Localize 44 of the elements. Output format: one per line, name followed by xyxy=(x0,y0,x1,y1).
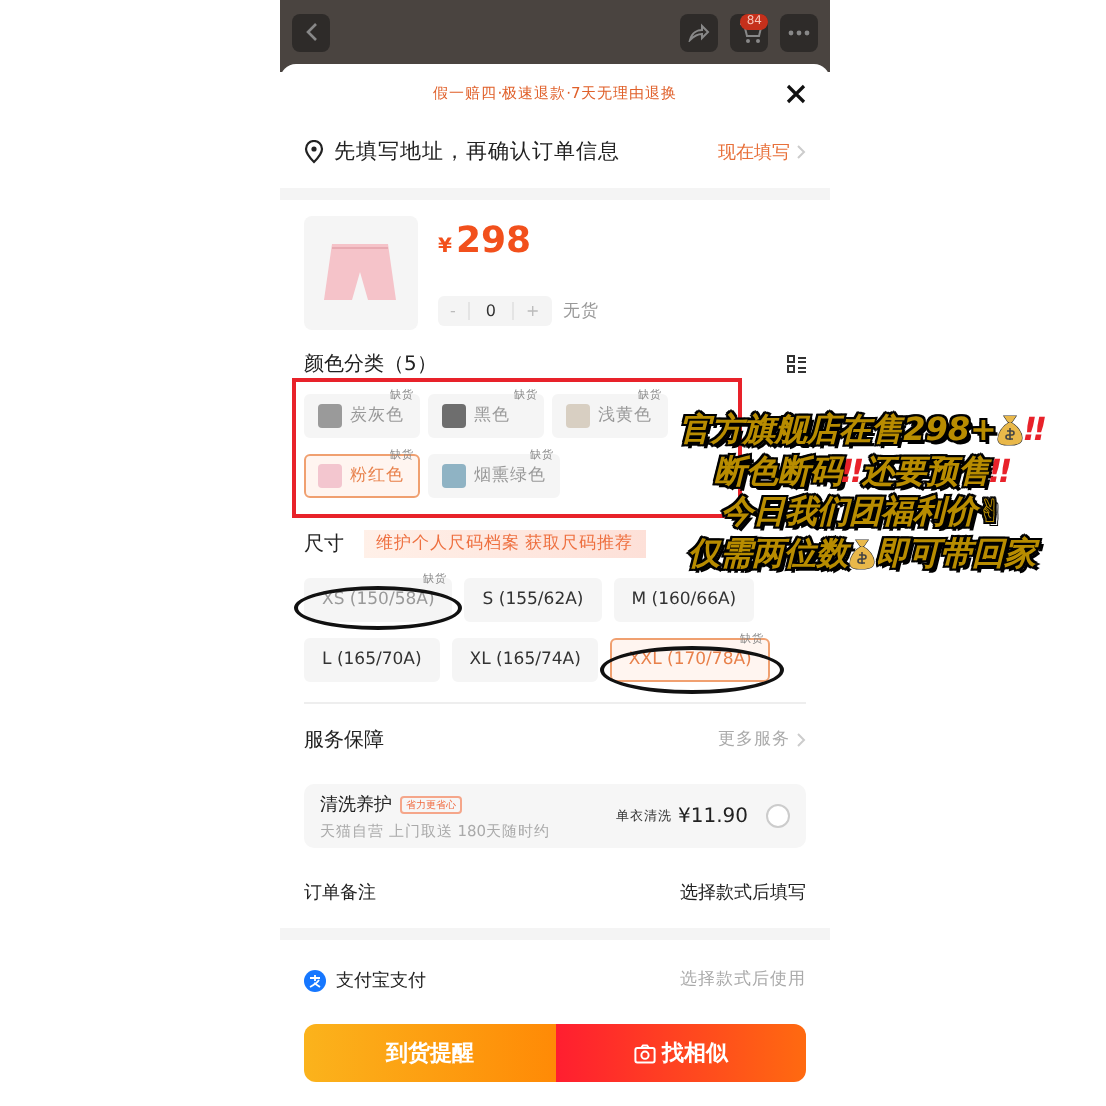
product-image xyxy=(304,216,418,330)
service-name: 清洗养护 xyxy=(320,793,392,817)
size-option[interactable]: L (165/70A) xyxy=(304,638,440,682)
service-price: ¥11.90 xyxy=(678,805,748,827)
chevron-left-icon xyxy=(303,22,319,42)
size-option[interactable]: XL (165/74A) xyxy=(451,638,599,682)
share-icon xyxy=(688,22,710,42)
restock-reminder-button[interactable]: 到货提醒 xyxy=(304,1024,555,1082)
color-section-title: 颜色分类（5） xyxy=(304,351,437,378)
money-bag-icon xyxy=(996,414,1025,447)
payment-note: 选择款式后使用 xyxy=(680,968,806,992)
order-note-value[interactable]: 选择款式后填写 xyxy=(680,879,806,905)
camera-icon xyxy=(633,1043,656,1063)
list-view-icon[interactable] xyxy=(786,354,806,374)
chevron-right-icon xyxy=(796,144,806,160)
location-pin-icon xyxy=(304,140,324,164)
chevron-right-icon xyxy=(796,732,806,748)
more-button[interactable] xyxy=(780,13,818,51)
fill-now-link[interactable]: 现在填写 xyxy=(718,139,790,165)
payment-method: 支付宝支付 xyxy=(336,969,426,993)
caption-text: 仅需两位数 xyxy=(688,533,848,574)
size-option[interactable]: M (160/66A) xyxy=(613,578,755,622)
price: ¥298 xyxy=(438,220,534,262)
share-button[interactable] xyxy=(680,13,718,51)
exclamation-mark: ‼ xyxy=(1024,410,1045,451)
money-bag-icon xyxy=(848,537,876,570)
find-similar-button[interactable]: 找相似 xyxy=(555,1024,806,1082)
size-section-title: 尺寸 xyxy=(304,531,344,558)
more-icon xyxy=(788,29,810,35)
caption-text: 还要预售 xyxy=(862,451,990,492)
order-note-label: 订单备注 xyxy=(304,881,376,905)
caption-text: 即可带回家 xyxy=(876,533,1036,574)
payment-logo-icon xyxy=(304,969,326,991)
more-services-link[interactable]: 更多服务 xyxy=(718,728,790,752)
stock-status: 无货 xyxy=(563,299,600,323)
address-prompt: 先填写地址，再确认订单信息 xyxy=(334,138,620,166)
close-icon[interactable] xyxy=(786,84,806,104)
radio-button[interactable] xyxy=(766,804,790,828)
service-title: 服务保障 xyxy=(304,727,384,754)
size-profile-banner[interactable]: 维护个人尺码档案 获取尺码推荐 xyxy=(364,530,646,558)
exclamation-mark: ‼ xyxy=(990,451,1011,492)
back-button[interactable] xyxy=(292,13,330,51)
quantity-stepper[interactable]: - 0 + xyxy=(438,296,552,326)
size-option[interactable]: S (155/62A) xyxy=(464,578,602,622)
